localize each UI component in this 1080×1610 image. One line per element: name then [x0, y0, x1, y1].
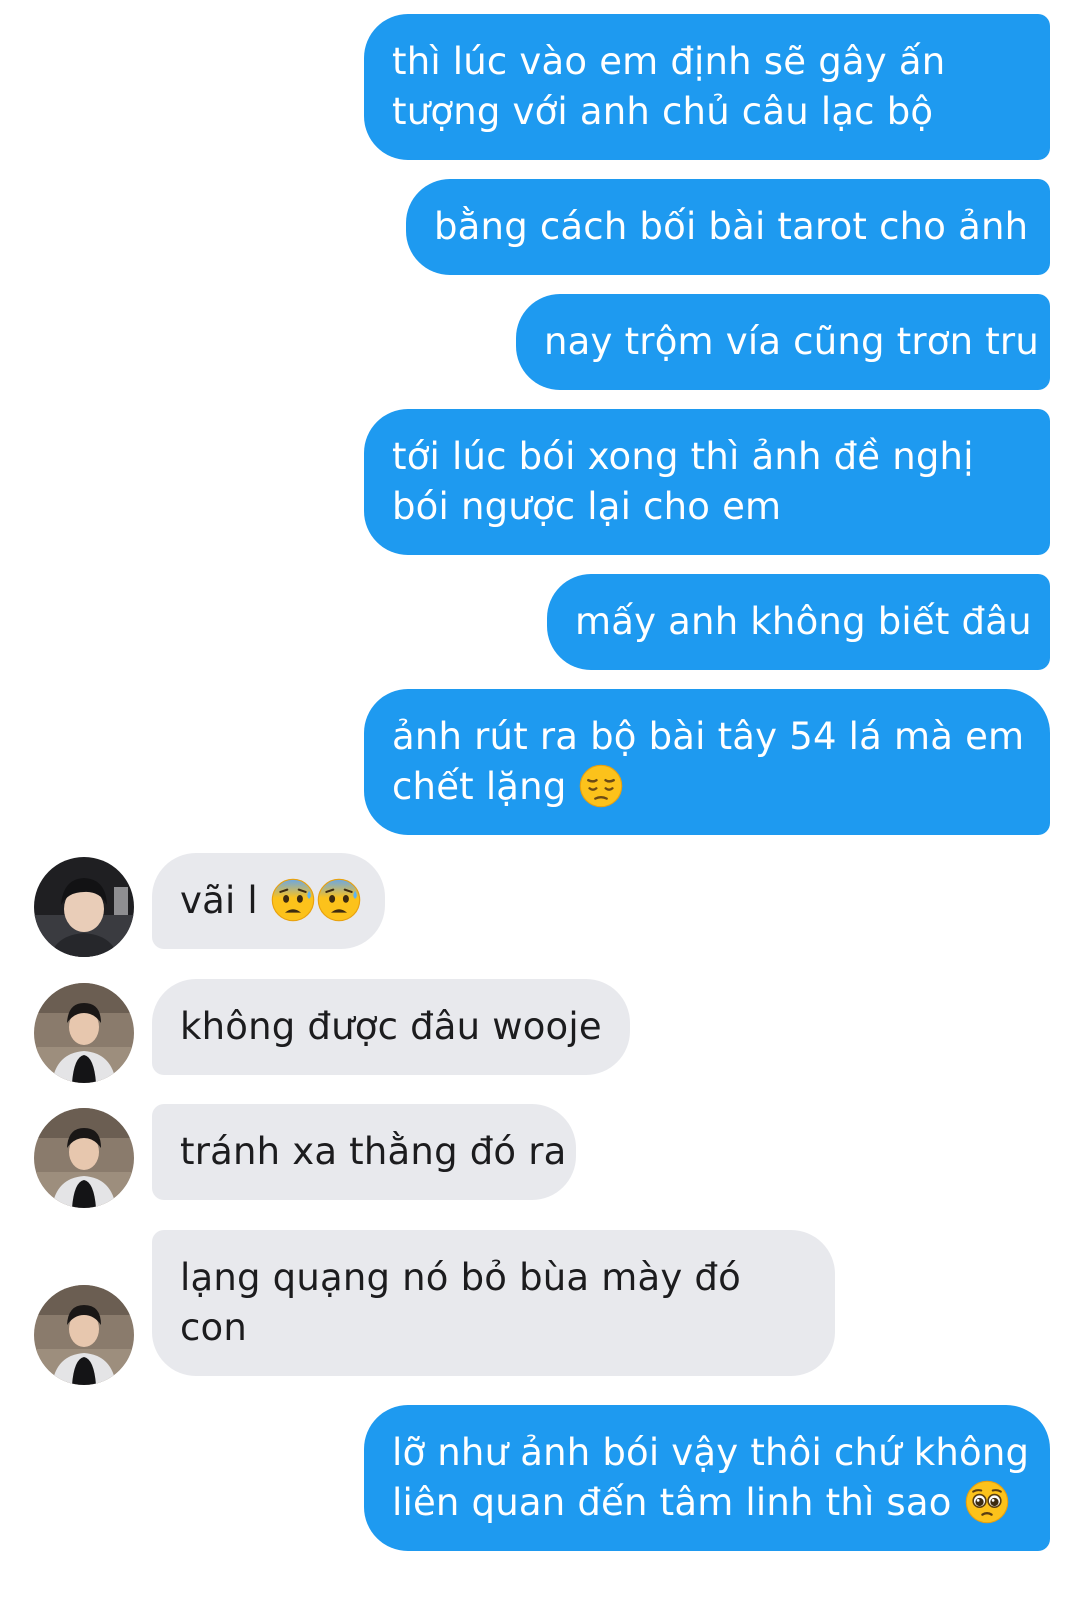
sent-message-bubble[interactable]: mấy anh không biết đâu	[547, 574, 1050, 670]
friend-avatar[interactable]	[34, 857, 134, 957]
received-message-bubble[interactable]: vãi l	[152, 853, 385, 949]
sent-message-bubble[interactable]: tới lúc bói xong thì ảnh đề nghị bói ngư…	[364, 409, 1050, 555]
message-thread: thì lúc vào em định sẽ gây ấn tượng với …	[0, 0, 1080, 1610]
received-message-bubble[interactable]: lạng quạng nó bỏ bùa mày đó con	[152, 1230, 835, 1376]
message-text-line: vãi l	[180, 876, 361, 926]
message-text-line: mấy anh không biết đâu	[575, 600, 1032, 643]
sent-message-bubble[interactable]: nay trộm vía cũng trơn tru	[516, 294, 1050, 390]
friend-avatar[interactable]	[34, 983, 134, 1083]
pleading-face-icon	[964, 1479, 1010, 1525]
message-text-line: thì lúc vào em định sẽ gây ấn	[392, 40, 946, 83]
friend-avatar[interactable]	[34, 1285, 134, 1385]
message-text-line: nay trộm vía cũng trơn tru	[544, 320, 1039, 363]
message-text: vãi l	[180, 879, 258, 922]
message-text-line: tới lúc bói xong thì ảnh đề nghị	[392, 435, 974, 478]
sent-message-bubble[interactable]: thì lúc vào em định sẽ gây ấn tượng với …	[364, 14, 1050, 160]
anxious-face-with-sweat-icon	[270, 877, 316, 923]
anxious-face-with-sweat-icon	[316, 877, 362, 923]
message-text-line: con	[180, 1306, 248, 1349]
message-text-line: liên quan đến tâm linh thì sao	[392, 1478, 1022, 1528]
message-text-line: bói ngược lại cho em	[392, 485, 782, 528]
message-text-line: chết lặng	[392, 762, 1022, 812]
message-text-line: lỡ như ảnh bói vậy thôi chứ không	[392, 1431, 1030, 1474]
received-message-bubble[interactable]: tránh xa thằng đó ra	[152, 1104, 576, 1200]
sent-message-bubble[interactable]: lỡ như ảnh bói vậy thôi chứ không liên q…	[364, 1405, 1050, 1551]
sent-message-bubble[interactable]: bằng cách bối bài tarot cho ảnh	[406, 179, 1050, 275]
sent-message-bubble[interactable]: ảnh rút ra bộ bài tây 54 lá mà em chết l…	[364, 689, 1050, 835]
received-message-bubble[interactable]: không được đâu wooje	[152, 979, 630, 1075]
message-text-line: tránh xa thằng đó ra	[180, 1130, 567, 1173]
friend-avatar[interactable]	[34, 1108, 134, 1208]
message-text-line: bằng cách bối bài tarot cho ảnh	[434, 205, 1029, 248]
message-text: chết lặng	[392, 765, 567, 808]
message-text: liên quan đến tâm linh thì sao	[392, 1481, 952, 1524]
message-text-line: lạng quạng nó bỏ bùa mày đó	[180, 1256, 741, 1299]
message-text-line: ảnh rút ra bộ bài tây 54 lá mà em	[392, 715, 1025, 758]
pensive-face-icon	[578, 763, 624, 809]
message-text-line: tượng với anh chủ câu lạc bộ	[392, 90, 934, 133]
message-text-line: không được đâu wooje	[180, 1005, 602, 1048]
